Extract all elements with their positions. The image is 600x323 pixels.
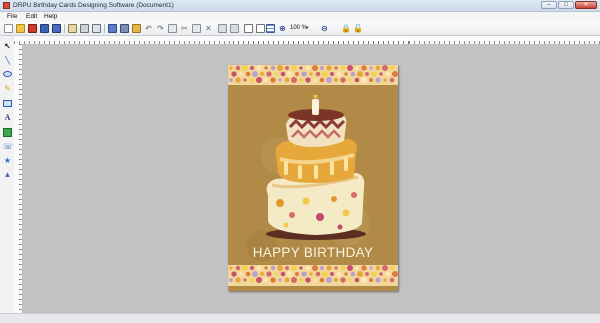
copy-object-icon[interactable] [218,24,227,33]
top-dots-pattern [229,65,398,83]
title-bar: DRPU Birthday Cards Designing Software (… [0,0,600,12]
zoom-value[interactable]: 100 % [290,25,307,32]
ellipse-tool-icon[interactable] [3,71,12,77]
open-icon[interactable] [16,24,25,33]
bottom-dots-pattern [229,265,398,283]
export-icon[interactable] [108,24,117,33]
fit-window-icon[interactable] [256,24,265,33]
paste-icon[interactable] [192,24,201,33]
undo-icon[interactable]: ↶ [144,24,153,33]
maximize-button[interactable]: □ [558,1,574,9]
card-bottom-dot-band [228,265,398,286]
horizontal-ruler-page-range [233,36,409,44]
properties-icon[interactable] [68,24,77,33]
pointer-tool-icon[interactable]: ↖ [3,42,12,51]
birthday-card[interactable]: HAPPY BIRTHDAY [228,65,398,291]
drawing-tools-panel: ↖ ╲ ✎ A ☏ ★ ▲ [0,40,15,314]
redo-icon[interactable]: ↷ [156,24,165,33]
zoom-out-icon[interactable]: ⊖ [320,24,329,33]
close-button[interactable]: ✕ [575,1,597,9]
text-tool-icon[interactable]: A [3,113,12,122]
close-doc-icon[interactable] [28,24,37,33]
menu-file[interactable]: File [7,13,17,21]
print-icon[interactable] [80,24,89,33]
menu-edit[interactable]: Edit [26,13,37,21]
rectangle-tool-icon[interactable] [3,100,12,107]
unlock-icon[interactable]: 🔓 [353,24,363,33]
triangle-tool-icon[interactable]: ▲ [3,170,12,179]
main-toolbar: ↶ ↷ ✂ ✕ ⊕ 100 % ▾ ⊖ 🔒 🔓 [0,22,600,36]
toolbar-separator [104,24,105,33]
line-tool-icon[interactable]: ╲ [3,56,12,65]
delete-icon[interactable]: ✕ [204,24,213,33]
cut-icon[interactable]: ✂ [180,24,189,33]
birthday-cake-illustration [266,95,366,240]
export-image-icon[interactable] [120,24,129,33]
window-controls: – □ ✕ [541,1,597,9]
new-icon[interactable] [4,24,13,33]
save-as-icon[interactable] [52,24,61,33]
star-tool-icon[interactable]: ★ [3,156,12,165]
image-tool-icon[interactable] [3,128,12,137]
window-title: DRPU Birthday Cards Designing Software (… [13,2,174,9]
minimize-button[interactable]: – [541,1,557,9]
align-icon[interactable] [244,24,253,33]
grid-icon[interactable] [266,24,275,33]
app-icon [3,2,10,9]
copy-icon[interactable] [168,24,177,33]
lock-icon[interactable]: 🔒 [341,24,351,33]
print-preview-icon[interactable] [92,24,101,33]
card-top-dot-band [228,65,398,85]
paste-object-icon[interactable] [230,24,239,33]
zoom-dropdown-icon[interactable]: ▾ [306,25,309,32]
vertical-ruler [14,44,23,314]
card-greeting-text[interactable]: HAPPY BIRTHDAY [228,245,398,261]
save-icon[interactable] [40,24,49,33]
toolbar-separator [64,24,65,33]
zoom-in-icon[interactable]: ⊕ [278,24,287,33]
menu-bar: File Edit Help [0,12,600,22]
open-image-icon[interactable] [132,24,141,33]
phone-tool-icon[interactable]: ☏ [3,142,13,151]
menu-help[interactable]: Help [44,13,57,21]
pencil-tool-icon[interactable]: ✎ [3,84,12,93]
card-bottom-strip [228,286,398,291]
